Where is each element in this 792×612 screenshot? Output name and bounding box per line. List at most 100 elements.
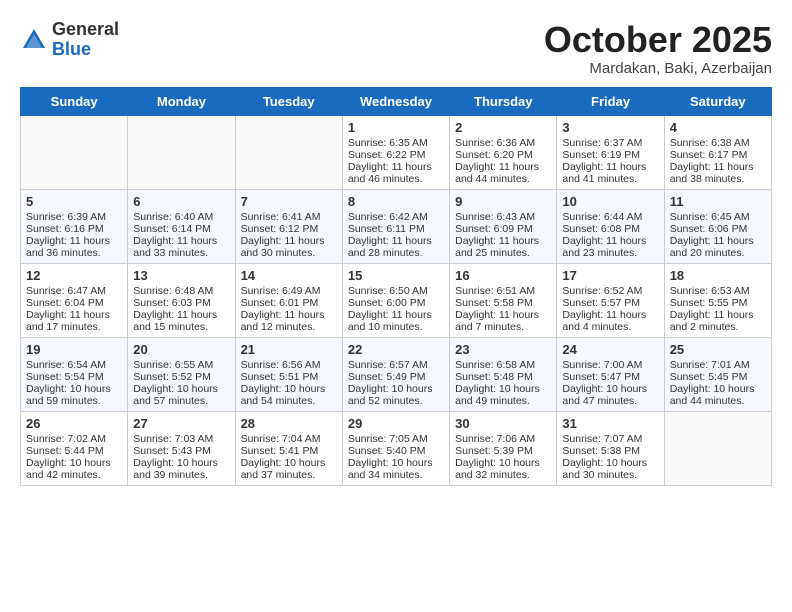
- day-info: Sunrise: 6:47 AM: [26, 285, 122, 297]
- day-number: 17: [562, 268, 658, 283]
- day-info: Sunrise: 6:35 AM: [348, 137, 444, 149]
- day-info: Daylight: 10 hours and 47 minutes.: [562, 383, 658, 407]
- day-info: Sunrise: 7:02 AM: [26, 433, 122, 445]
- calendar-cell: 25Sunrise: 7:01 AMSunset: 5:45 PMDayligh…: [664, 337, 771, 411]
- day-info: Sunset: 5:51 PM: [241, 371, 337, 383]
- title-block: October 2025 Mardakan, Baki, Azerbaijan: [544, 20, 772, 77]
- day-number: 9: [455, 194, 551, 209]
- day-info: Sunset: 5:44 PM: [26, 445, 122, 457]
- day-info: Sunset: 5:57 PM: [562, 297, 658, 309]
- day-info: Sunrise: 6:55 AM: [133, 359, 229, 371]
- day-info: Sunrise: 7:04 AM: [241, 433, 337, 445]
- calendar-cell: 13 Sunrise: 6:48 AMSunset: 6:03 PMDayligh…: [128, 263, 235, 337]
- calendar-cell: 22Sunrise: 6:57 AMSunset: 5:49 PMDayligh…: [342, 337, 449, 411]
- day-info: Sunrise: 7:01 AM: [670, 359, 766, 371]
- day-number: 20: [133, 342, 229, 357]
- day-number: 12: [26, 268, 122, 283]
- day-info: Sunset: 6:06 PM: [670, 223, 766, 235]
- day-info: Daylight: 11 hours and 12 minutes.: [241, 309, 337, 333]
- day-number: 4: [670, 120, 766, 135]
- calendar-cell: 27Sunrise: 7:03 AMSunset: 5:43 PMDayligh…: [128, 411, 235, 485]
- calendar-cell: 4Sunrise: 6:38 AMSunset: 6:17 PMDaylight…: [664, 115, 771, 189]
- calendar-cell: 15Sunrise: 6:50 AMSunset: 6:00 PMDayligh…: [342, 263, 449, 337]
- calendar-cell: 26Sunrise: 7:02 AMSunset: 5:44 PMDayligh…: [21, 411, 128, 485]
- day-number: 18: [670, 268, 766, 283]
- day-info: Daylight: 11 hours and 36 minutes.: [26, 235, 122, 259]
- calendar-cell: 24Sunrise: 7:00 AMSunset: 5:47 PMDayligh…: [557, 337, 664, 411]
- day-info: Sunrise: 6:38 AM: [670, 137, 766, 149]
- weekday-header: Friday: [557, 87, 664, 115]
- day-info: Sunset: 5:52 PM: [133, 371, 229, 383]
- day-info: Daylight: 10 hours and 54 minutes.: [241, 383, 337, 407]
- day-info: Daylight: 11 hours and 7 minutes.: [455, 309, 551, 333]
- day-info: Sunrise: 6:44 AM: [562, 211, 658, 223]
- day-info: Sunset: 6:03 PM: [133, 297, 229, 309]
- calendar-cell: 12Sunrise: 6:47 AMSunset: 6:04 PMDayligh…: [21, 263, 128, 337]
- calendar-cell: 6Sunrise: 6:40 AMSunset: 6:14 PMDaylight…: [128, 189, 235, 263]
- logo: General Blue: [20, 20, 119, 60]
- day-info: Sunset: 5:55 PM: [670, 297, 766, 309]
- day-info: Sunrise: 6:56 AM: [241, 359, 337, 371]
- day-info: Sunset: 6:19 PM: [562, 149, 658, 161]
- day-info: Daylight: 11 hours and 30 minutes.: [241, 235, 337, 259]
- weekday-header: Thursday: [450, 87, 557, 115]
- day-info: Sunset: 6:20 PM: [455, 149, 551, 161]
- calendar-cell: 2Sunrise: 6:36 AMSunset: 6:20 PMDaylight…: [450, 115, 557, 189]
- calendar-cell: [128, 115, 235, 189]
- calendar-table: SundayMondayTuesdayWednesdayThursdayFrid…: [20, 87, 772, 486]
- calendar-cell: 19 Sunrise: 6:54 AMSunset: 5:54 PMDayligh…: [21, 337, 128, 411]
- day-info: Sunset: 5:49 PM: [348, 371, 444, 383]
- day-info: Sunset: 6:16 PM: [26, 223, 122, 235]
- calendar-cell: 11Sunrise: 6:45 AMSunset: 6:06 PMDayligh…: [664, 189, 771, 263]
- day-info: Sunrise: 6:36 AM: [455, 137, 551, 149]
- day-info: Daylight: 11 hours and 15 minutes.: [133, 309, 229, 333]
- day-number: 13: [133, 268, 229, 283]
- calendar-week-row: 26Sunrise: 7:02 AMSunset: 5:44 PMDayligh…: [21, 411, 772, 485]
- day-info: Sunset: 6:09 PM: [455, 223, 551, 235]
- day-number: 7: [241, 194, 337, 209]
- day-info: Daylight: 10 hours and 39 minutes.: [133, 457, 229, 481]
- day-info: Sunset: 6:01 PM: [241, 297, 337, 309]
- day-info: Daylight: 10 hours and 59 minutes.: [26, 383, 122, 407]
- day-info: Daylight: 10 hours and 32 minutes.: [455, 457, 551, 481]
- day-info: Daylight: 10 hours and 44 minutes.: [670, 383, 766, 407]
- day-info: Sunset: 6:12 PM: [241, 223, 337, 235]
- calendar-cell: 8Sunrise: 6:42 AMSunset: 6:11 PMDaylight…: [342, 189, 449, 263]
- day-info: Daylight: 11 hours and 33 minutes.: [133, 235, 229, 259]
- day-info: Daylight: 11 hours and 20 minutes.: [670, 235, 766, 259]
- day-info: Sunrise: 6:49 AM: [241, 285, 337, 297]
- day-info: Sunset: 6:14 PM: [133, 223, 229, 235]
- calendar-cell: 23Sunrise: 6:58 AMSunset: 5:48 PMDayligh…: [450, 337, 557, 411]
- day-info: Sunset: 6:17 PM: [670, 149, 766, 161]
- day-info: Sunrise: 7:05 AM: [348, 433, 444, 445]
- day-info: Sunset: 6:00 PM: [348, 297, 444, 309]
- day-info: Sunrise: 6:48 AM: [133, 285, 229, 297]
- calendar-cell: 14Sunrise: 6:49 AMSunset: 6:01 PMDayligh…: [235, 263, 342, 337]
- day-info: Daylight: 10 hours and 42 minutes.: [26, 457, 122, 481]
- calendar-cell: 18Sunrise: 6:53 AMSunset: 5:55 PMDayligh…: [664, 263, 771, 337]
- day-info: Sunrise: 7:07 AM: [562, 433, 658, 445]
- day-info: Sunrise: 6:42 AM: [348, 211, 444, 223]
- day-number: 23: [455, 342, 551, 357]
- day-info: Sunset: 6:11 PM: [348, 223, 444, 235]
- day-number: 31: [562, 416, 658, 431]
- day-info: Sunrise: 6:54 AM: [26, 359, 122, 371]
- logo-line1: General: [52, 20, 119, 40]
- day-info: Daylight: 11 hours and 44 minutes.: [455, 161, 551, 185]
- day-info: Daylight: 10 hours and 57 minutes.: [133, 383, 229, 407]
- day-info: Sunrise: 6:40 AM: [133, 211, 229, 223]
- day-info: Sunrise: 6:41 AM: [241, 211, 337, 223]
- weekday-header: Tuesday: [235, 87, 342, 115]
- day-info: Sunrise: 6:50 AM: [348, 285, 444, 297]
- calendar-cell: [235, 115, 342, 189]
- location: Mardakan, Baki, Azerbaijan: [544, 60, 772, 77]
- day-number: 27: [133, 416, 229, 431]
- calendar-cell: 29Sunrise: 7:05 AMSunset: 5:40 PMDayligh…: [342, 411, 449, 485]
- day-info: Daylight: 10 hours and 52 minutes.: [348, 383, 444, 407]
- day-number: 28: [241, 416, 337, 431]
- calendar-cell: 1Sunrise: 6:35 AMSunset: 6:22 PMDaylight…: [342, 115, 449, 189]
- day-info: Sunset: 5:54 PM: [26, 371, 122, 383]
- calendar-cell: [21, 115, 128, 189]
- logo-text: General Blue: [52, 20, 119, 60]
- day-number: 19: [26, 342, 122, 357]
